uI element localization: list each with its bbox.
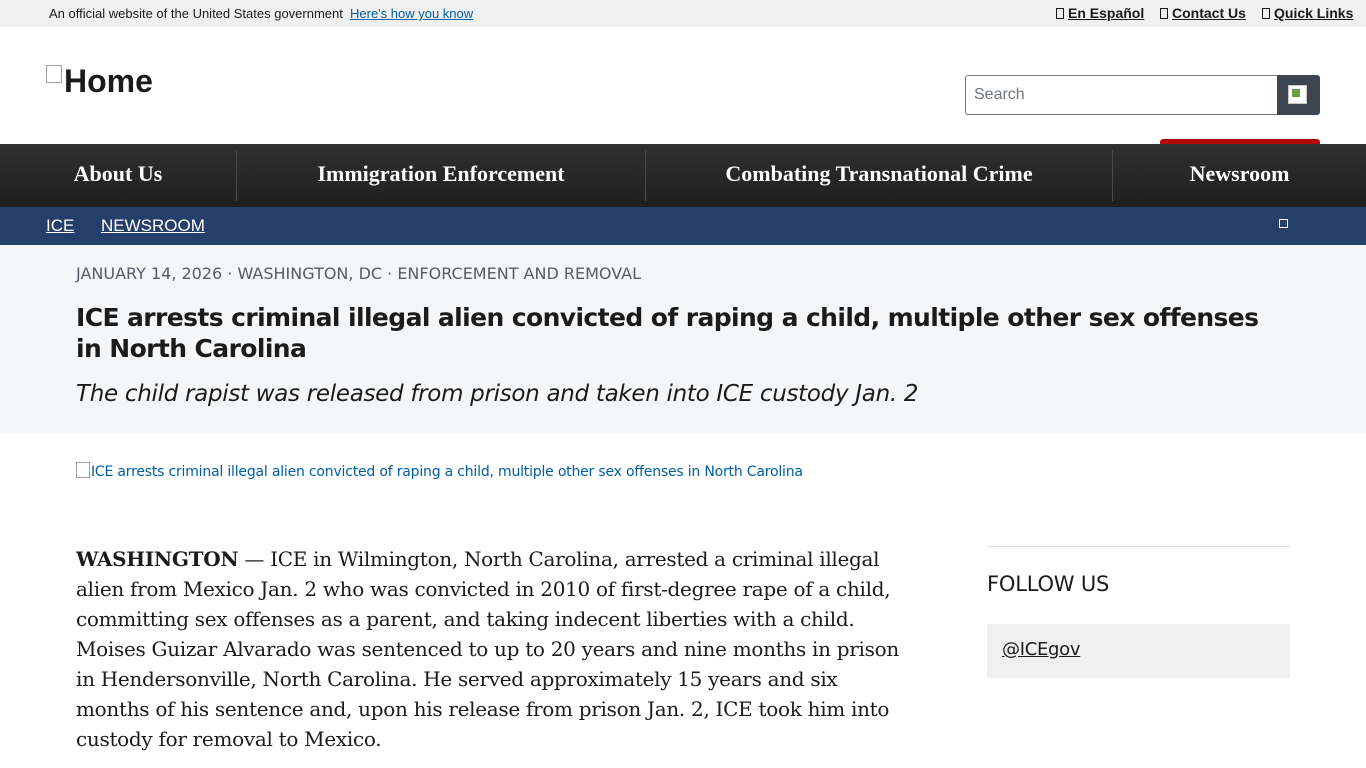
- article-body: WASHINGTON — ICE in Wilmington, North Ca…: [76, 544, 916, 754]
- en-espanol-link[interactable]: En Español: [1056, 5, 1144, 21]
- follow-us-heading: FOLLOW US: [987, 572, 1110, 596]
- search-input[interactable]: [965, 75, 1277, 115]
- nav-about-us[interactable]: About Us: [0, 144, 236, 207]
- breadcrumb: ICE NEWSROOM: [0, 207, 1366, 245]
- page-title: ICE arrests criminal illegal alien convi…: [76, 303, 1259, 363]
- broken-image-icon: [46, 65, 62, 83]
- body-paragraph: — ICE in Wilmington, North Carolina, arr…: [76, 547, 899, 751]
- nav-combating-transnational-crime[interactable]: Combating Transnational Crime: [646, 144, 1112, 207]
- icegov-link[interactable]: @ICEgov: [1002, 639, 1081, 660]
- share-icon[interactable]: [1279, 219, 1288, 228]
- globe-icon: [1056, 8, 1064, 19]
- nav-newsroom[interactable]: Newsroom: [1113, 144, 1366, 207]
- nav-immigration-enforcement[interactable]: Immigration Enforcement: [237, 144, 645, 207]
- official-site-text: An official website of the United States…: [49, 6, 343, 21]
- breadcrumb-newsroom[interactable]: NEWSROOM: [101, 216, 205, 236]
- social-box: @ICEgov: [987, 624, 1290, 678]
- envelope-icon: [1160, 8, 1168, 19]
- gov-banner: An official website of the United States…: [0, 0, 1366, 27]
- breadcrumb-ice[interactable]: ICE: [46, 216, 74, 236]
- broken-image-icon: [76, 462, 90, 478]
- dateline: WASHINGTON: [76, 547, 239, 571]
- menu-icon: [1262, 8, 1270, 19]
- quick-links-link[interactable]: Quick Links: [1262, 5, 1353, 21]
- main-nav: About Us Immigration Enforcement Combati…: [0, 144, 1366, 207]
- search-icon: [1288, 85, 1307, 104]
- contact-us-link[interactable]: Contact Us: [1160, 5, 1246, 21]
- article-meta: JANUARY 14, 2026 · WASHINGTON, DC · ENFO…: [76, 264, 641, 283]
- search-button[interactable]: [1277, 75, 1320, 115]
- sidebar-divider: [987, 546, 1290, 547]
- article-image: ICE arrests criminal illegal alien convi…: [76, 462, 803, 480]
- home-logo[interactable]: Home: [46, 63, 153, 100]
- search-form: [965, 75, 1320, 115]
- article-subtitle: The child rapist was released from priso…: [76, 381, 919, 407]
- heres-how-you-know-link[interactable]: Here's how you know: [350, 6, 473, 21]
